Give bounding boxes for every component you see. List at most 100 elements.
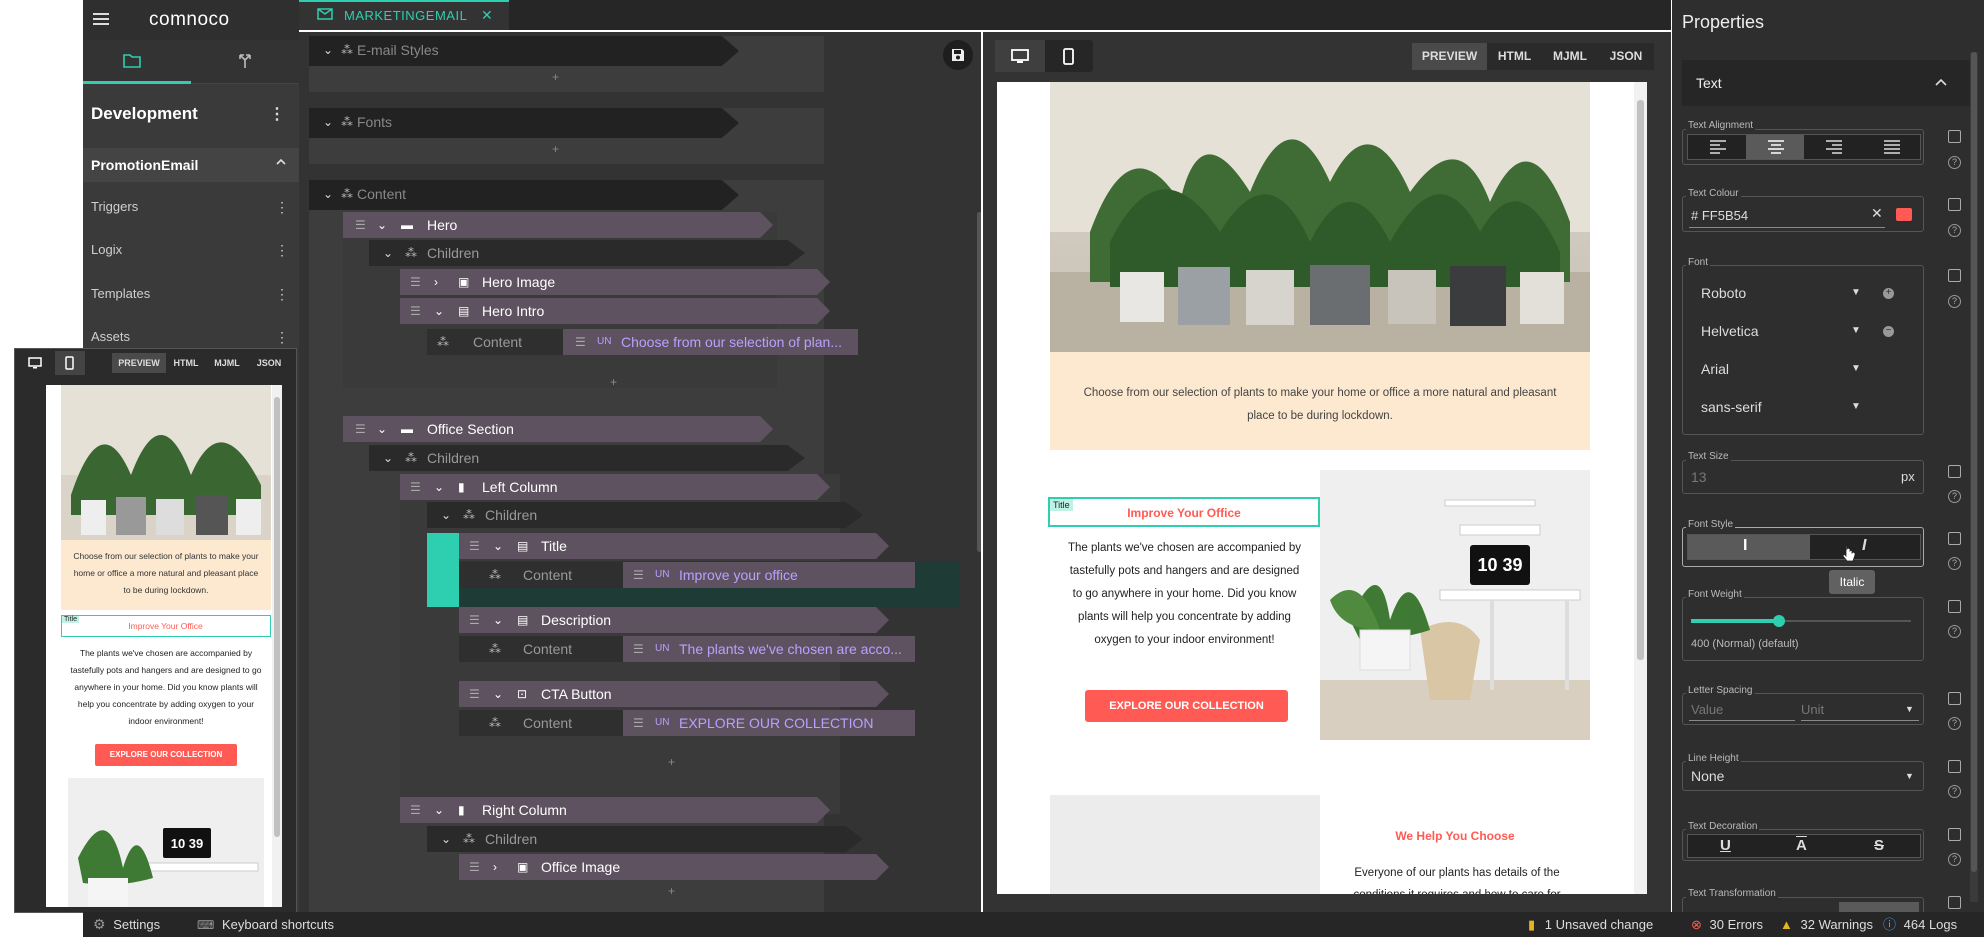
warnings-indicator[interactable]: ▲ 32 Warnings [1780,912,1873,937]
font-weight-checkbox[interactable] [1948,600,1961,613]
drag-handle-icon[interactable]: ☰ [633,710,644,736]
mini-scroll-thumb[interactable] [274,397,280,837]
unsaved-indicator[interactable]: ▮ 1 Unsaved change [1528,912,1653,937]
font-select-arial[interactable]: Arial ▼ [1701,354,1871,384]
settings-button[interactable]: ⚙ Settings [93,912,160,937]
chevron-down-icon[interactable]: ⌄ [441,826,451,852]
sidebar-item-logix[interactable]: Logix ⋮ [83,235,299,265]
section-text-header[interactable]: Text [1682,60,1972,106]
chevron-down-icon[interactable]: ⌄ [441,502,451,528]
errors-indicator[interactable]: ⊗ 30 Errors [1691,912,1763,937]
node-cta-button[interactable]: ☰ ⌄ ⊡ CTA Button [459,681,889,707]
add-button[interactable]: + [610,375,617,389]
node-children[interactable]: ⌄ ⁂ Children [369,445,805,471]
tab-json[interactable]: JSON [248,353,290,373]
preview-scrollbar[interactable] [1634,82,1647,894]
node-description[interactable]: ☰ ⌄ ▤ Description [459,607,889,633]
mobile-button[interactable] [55,351,85,375]
close-icon[interactable]: ✕ [481,7,493,24]
chevron-down-icon[interactable]: ⌄ [493,607,503,633]
help-icon[interactable]: ? [1948,625,1961,638]
more-vert-icon[interactable]: ⋮ [275,235,289,265]
align-right-icon[interactable] [1826,140,1842,154]
tab-preview[interactable]: PREVIEW [1412,43,1487,70]
node-hero-intro[interactable]: ☰ ⌄ ▤ Hero Intro [400,298,830,324]
chevron-down-icon[interactable]: ⌄ [434,474,444,500]
add-font-icon[interactable]: + [1883,288,1894,299]
line-height-checkbox[interactable] [1948,760,1961,773]
tab-preview[interactable]: PREVIEW [112,353,166,373]
node-office-section[interactable]: ☰ ⌄ ▬ Office Section [343,416,773,442]
letter-spacing-unit-select[interactable]: Unit [1801,702,1824,717]
tree-scrollbar[interactable] [977,212,981,552]
text-size-input[interactable]: 13 [1691,469,1707,485]
node-children[interactable]: ⌄ ⁂ Children [369,240,805,266]
font-checkbox[interactable] [1948,269,1961,282]
drag-handle-icon[interactable]: ☰ [410,298,421,324]
text-colour-checkbox[interactable] [1948,198,1961,211]
help-icon[interactable]: ? [1948,156,1961,169]
add-button[interactable]: + [552,142,559,156]
hamburger-icon[interactable] [93,12,109,26]
scroll-thumb[interactable] [1637,100,1644,660]
help-icon[interactable]: ? [1948,853,1961,866]
chevron-down-icon[interactable]: ⌄ [323,180,333,208]
desktop-button[interactable] [995,40,1045,72]
group-fonts[interactable]: ⌄ ⁂ Fonts [309,108,739,138]
help-icon[interactable]: ? [1948,785,1961,798]
add-button[interactable]: + [668,755,675,769]
node-children[interactable]: ⌄ ⁂ Children [427,826,863,852]
chevron-up-icon[interactable] [275,156,287,168]
letter-spacing-checkbox[interactable] [1948,692,1961,705]
cta-button[interactable]: EXPLORE OUR COLLECTION [1085,690,1288,722]
node-children[interactable]: ⌄ ⁂ Children [427,502,863,528]
remove-font-icon[interactable]: − [1883,326,1894,337]
folder-icon[interactable] [123,53,141,68]
node-office-image[interactable]: ☰ › ▣ Office Image [459,854,889,880]
underline-icon[interactable]: U [1720,837,1731,854]
chevron-up-icon[interactable] [1934,77,1948,87]
drag-handle-icon[interactable]: ☰ [410,269,421,295]
dropdown-arrow-icon[interactable]: ▼ [1905,704,1914,714]
node-content[interactable]: ⁂ Content [459,710,639,736]
help-icon[interactable]: ? [1948,490,1961,503]
tab-mjml[interactable]: MJML [206,353,248,373]
node-hero-image[interactable]: ☰ › ▣ Hero Image [400,269,830,295]
chevron-down-icon[interactable]: ⌄ [323,108,333,136]
title-selection[interactable]: Title Improve Your Office [1048,497,1320,527]
chevron-down-icon[interactable]: ⌄ [377,212,387,238]
node-left-column[interactable]: ☰ ⌄ ▮ Left Column [400,474,830,500]
font-select-helvetica[interactable]: Helvetica ▼ [1701,316,1871,346]
sidebar-item-templates[interactable]: Templates ⋮ [83,279,299,309]
mini-scrollbar[interactable] [272,385,282,907]
chevron-right-icon[interactable]: › [434,269,438,295]
node-value[interactable]: ☰ UN The plants we've chosen are acco... [623,636,915,662]
font-select-sans-serif[interactable]: sans-serif ▼ [1701,392,1871,422]
mini-title-selection[interactable]: Title Improve Your Office [61,615,271,637]
text-decoration-checkbox[interactable] [1948,828,1961,841]
chevron-down-icon[interactable]: ⌄ [383,240,393,266]
overline-icon[interactable]: A [1796,837,1807,854]
drag-handle-icon[interactable]: ☰ [355,212,366,238]
help-icon[interactable]: ? [1948,717,1961,730]
align-center-icon[interactable] [1768,140,1784,154]
tab-html[interactable]: HTML [166,353,206,373]
italic-style-icon[interactable]: I [1862,537,1866,555]
help-icon[interactable]: ? [1948,557,1961,570]
properties-scrollbar[interactable] [1970,52,1978,902]
drag-handle-icon[interactable]: ☰ [410,797,421,823]
chevron-down-icon[interactable]: ⌄ [377,416,387,442]
merge-icon[interactable] [237,52,253,69]
node-value[interactable]: ☰ UN EXPLORE OUR COLLECTION [623,710,915,736]
mobile-button[interactable] [1045,40,1093,72]
node-value[interactable]: ☰ UN Choose from our selection of plan..… [563,329,858,355]
chevron-down-icon[interactable]: ⌄ [323,36,333,64]
chevron-down-icon[interactable]: ⌄ [434,797,444,823]
transform-active[interactable] [1839,902,1919,912]
tab-html[interactable]: HTML [1487,43,1542,70]
more-vert-icon[interactable]: ⋮ [275,192,289,222]
node-hero[interactable]: ☰ ⌄ ▬ Hero [343,212,773,238]
more-vert-icon[interactable]: ⋮ [275,279,289,309]
chevron-down-icon[interactable]: ⌄ [493,681,503,707]
node-content[interactable]: ⁂ Content [459,562,639,588]
